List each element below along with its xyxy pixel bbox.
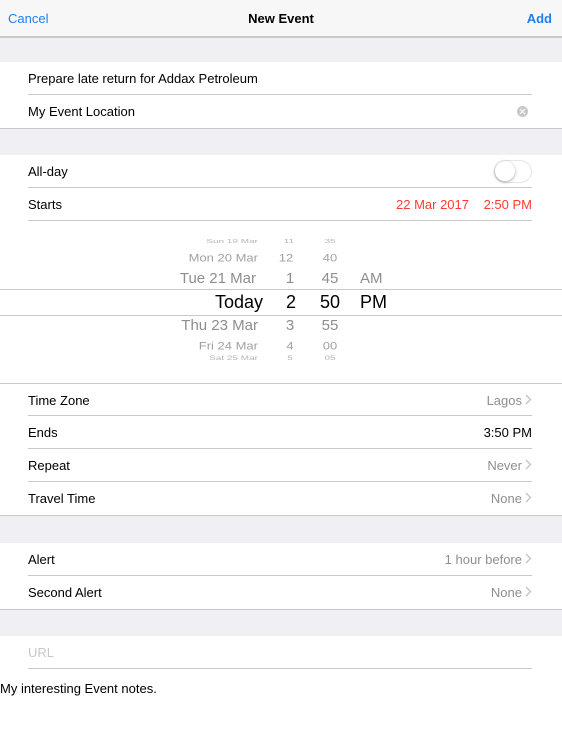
second-alert-value: None: [490, 585, 522, 600]
ends-value: 3:50 PM: [483, 425, 532, 440]
alert-value: 1 hour before: [444, 552, 522, 567]
ends-row[interactable]: Ends 3:50 PM: [0, 416, 562, 449]
picker-minute-option[interactable]: 05: [315, 355, 345, 362]
chevron-right-icon: [525, 586, 532, 597]
second-alert-label: Second Alert: [28, 585, 102, 600]
repeat-value: Never: [487, 458, 522, 473]
add-button[interactable]: Add: [527, 11, 552, 26]
picker-day-option[interactable]: Fri 24 Mar: [199, 339, 258, 352]
all-day-toggle[interactable]: [494, 160, 532, 183]
travel-time-value: None: [490, 491, 522, 506]
location-field[interactable]: My Event Location: [0, 95, 562, 128]
all-day-row: All-day: [0, 155, 562, 188]
picker-hour-option[interactable]: 4: [276, 339, 304, 352]
repeat-label: Repeat: [28, 458, 70, 473]
picker-day-option[interactable]: Mon 20 Mar: [189, 251, 258, 264]
page-title: New Event: [248, 11, 314, 26]
section-spacer: [0, 37, 562, 63]
repeat-row[interactable]: Repeat Never: [0, 449, 562, 482]
picker-day-option[interactable]: Thu 23 Mar: [181, 317, 258, 334]
picker-minute-option[interactable]: 55: [314, 317, 346, 334]
picker-day-selected[interactable]: Today: [215, 292, 263, 313]
picker-minute-selected[interactable]: 50: [312, 292, 348, 313]
starts-label: Starts: [28, 197, 62, 212]
all-day-label: All-day: [28, 164, 68, 179]
time-zone-row[interactable]: Time Zone Lagos: [0, 383, 562, 416]
notes-field[interactable]: My interesting Event notes.: [0, 681, 157, 696]
chevron-right-icon: [525, 394, 532, 405]
toggle-knob: [495, 161, 515, 181]
picker-day-option[interactable]: Tue 21 Mar: [180, 270, 256, 287]
url-placeholder[interactable]: URL: [28, 645, 54, 660]
url-field[interactable]: URL: [0, 636, 562, 669]
picker-ampm-selected[interactable]: PM: [360, 292, 387, 313]
starts-date: 22 Mar 2017: [396, 197, 469, 212]
picker-hour-option[interactable]: 3: [276, 317, 304, 334]
travel-time-label: Travel Time: [28, 491, 96, 506]
picker-hour-option[interactable]: 12: [272, 251, 300, 264]
picker-day-option[interactable]: Sat 25 Mar: [209, 355, 258, 362]
clear-icon[interactable]: [517, 106, 528, 117]
picker-minute-option[interactable]: 35: [315, 238, 345, 244]
navigation-bar: New Event Cancel Add: [0, 0, 562, 37]
picker-minute-option[interactable]: 00: [315, 339, 345, 352]
title-value[interactable]: Prepare late return for Addax Petroleum: [28, 71, 258, 86]
time-zone-value: Lagos: [486, 393, 522, 408]
picker-minute-option[interactable]: 45: [314, 270, 346, 287]
alert-row[interactable]: Alert 1 hour before: [0, 543, 562, 576]
starts-time: 2:50 PM: [483, 197, 532, 212]
picker-ampm-option[interactable]: AM: [360, 270, 383, 287]
starts-row[interactable]: Starts 22 Mar 2017 2:50 PM: [0, 188, 562, 221]
travel-time-row[interactable]: Travel Time None: [0, 482, 562, 515]
picker-hour-option[interactable]: 11: [272, 238, 306, 244]
picker-day-option[interactable]: Sun 19 Mar: [206, 238, 258, 244]
second-alert-row[interactable]: Second Alert None: [0, 576, 562, 609]
picker-hour-option[interactable]: 5: [276, 355, 304, 362]
chevron-right-icon: [525, 492, 532, 503]
section-spacer: [0, 515, 562, 544]
section-spacer: [0, 128, 562, 156]
picker-minute-option[interactable]: 40: [315, 251, 345, 264]
ends-label: Ends: [28, 425, 58, 440]
chevron-right-icon: [525, 459, 532, 470]
time-zone-label: Time Zone: [28, 393, 90, 408]
chevron-right-icon: [525, 553, 532, 564]
date-time-picker[interactable]: Sun 19 Mar Mon 20 Mar Tue 21 Mar Today T…: [0, 222, 562, 383]
section-spacer: [0, 609, 562, 637]
cancel-button[interactable]: Cancel: [8, 11, 48, 26]
location-value[interactable]: My Event Location: [28, 104, 135, 119]
alert-label: Alert: [28, 552, 55, 567]
picker-hour-selected[interactable]: 2: [276, 292, 306, 313]
title-field[interactable]: Prepare late return for Addax Petroleum: [0, 62, 562, 95]
picker-hour-option[interactable]: 1: [276, 270, 304, 287]
